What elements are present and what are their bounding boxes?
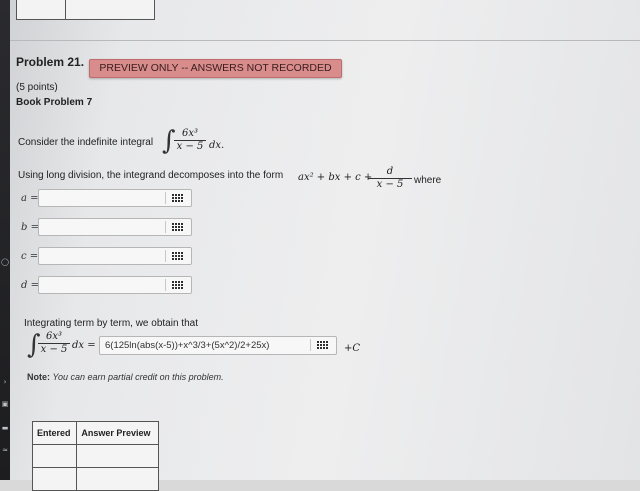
col-entered: Entered: [31, 421, 78, 445]
col-answer-preview: Answer Preview: [76, 421, 159, 445]
equation-editor-icon: [171, 281, 183, 289]
answer-d-input[interactable]: [38, 276, 192, 294]
integrand-fraction: 6x³ x − 5: [174, 128, 206, 153]
problem-source: Book Problem 7: [16, 97, 93, 108]
partial-credit-note: Note: You can earn partial credit on thi…: [27, 372, 224, 382]
equation-editor-icon: [171, 194, 183, 202]
chevron-right-icon: ›: [3, 378, 7, 386]
equation-editor-icon: [316, 341, 328, 349]
equation-editor-button[interactable]: [165, 221, 188, 233]
integration-text: Integrating term by term, we obtain that: [24, 318, 198, 329]
answer-a-label: a =: [21, 193, 39, 204]
plus-c: +C: [344, 343, 361, 354]
integral-dx: dx.: [209, 140, 225, 151]
table-cell: [76, 467, 159, 491]
taskbar-strip: ◯ › ▣ ▬ ≈: [0, 0, 10, 480]
window-icon: ▣: [1, 400, 9, 408]
problem-title: Problem 21.: [16, 55, 85, 69]
integration-numerator: 6x³: [38, 331, 70, 344]
equation-editor-button[interactable]: [165, 279, 188, 291]
integration-dx: dx =: [72, 340, 96, 351]
form-fraction: d x − 5: [368, 166, 412, 191]
circle-icon: ◯: [1, 258, 9, 266]
divider: [10, 40, 640, 41]
answer-b-input[interactable]: [38, 218, 192, 236]
table-cell: [31, 467, 78, 491]
answer-b-label: b =: [21, 222, 39, 233]
integrand-denominator: x − 5: [176, 141, 204, 152]
integrand-numerator: 6x³: [174, 128, 206, 141]
table-cell: [76, 444, 159, 468]
equation-editor-button[interactable]: [165, 192, 188, 204]
answer-c-input[interactable]: [38, 247, 192, 265]
decomposition-form: ax² + bx + c +: [298, 172, 373, 183]
form-numerator: d: [368, 166, 412, 179]
answer-d-label: d =: [21, 280, 39, 291]
table-cell: [31, 444, 78, 468]
antiderivative-input[interactable]: 6(125ln(abs(x-5))+x^3/3+(5x^2)/2+25x): [99, 336, 337, 355]
wifi-icon: ≈: [2, 446, 8, 454]
integration-fraction: 6x³ x − 5: [38, 331, 70, 356]
note-text: You can earn partial credit on this prob…: [52, 372, 224, 382]
form-denominator: x − 5: [376, 179, 404, 190]
integration-denominator: x − 5: [40, 344, 68, 355]
equation-editor-button[interactable]: [165, 250, 188, 262]
preview-badge: PREVIEW ONLY -- ANSWERS NOT RECORDED: [89, 59, 342, 78]
note-label: Note:: [27, 372, 50, 382]
problem-points: (5 points): [16, 82, 58, 93]
equation-editor-icon: [171, 252, 183, 260]
equation-editor-icon: [171, 223, 183, 231]
antiderivative-value: 6(125ln(abs(x-5))+x^3/3+(5x^2)/2+25x): [105, 340, 270, 351]
battery-icon: ▬: [1, 424, 9, 432]
equation-editor-button[interactable]: [310, 339, 333, 351]
division-text: Using long division, the integrand decom…: [18, 170, 284, 181]
answer-a-input[interactable]: [38, 189, 192, 207]
answer-results-table: Entered Answer Preview: [31, 421, 159, 491]
form-where: where: [414, 175, 442, 186]
answer-c-label: c =: [21, 251, 39, 262]
question-intro: Consider the indefinite integral: [18, 137, 154, 148]
previous-results-table: [16, 0, 155, 20]
